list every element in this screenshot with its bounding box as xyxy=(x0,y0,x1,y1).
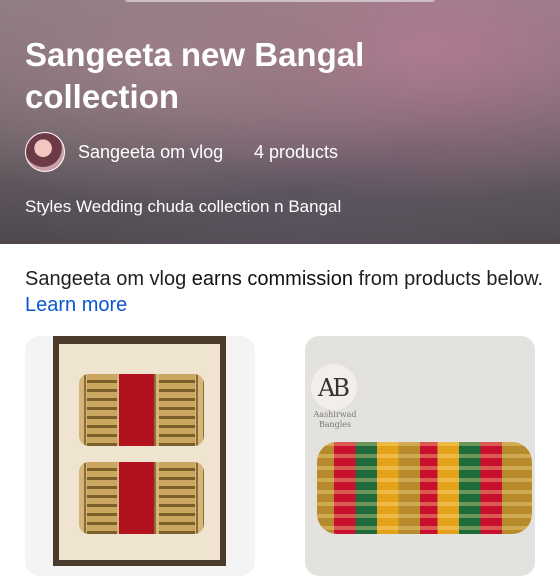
collection-description: Styles Wedding chuda collection n Bangal xyxy=(25,197,342,216)
product-card[interactable]: AB Aashirwad Bangles xyxy=(305,336,535,576)
brand-name: Aashirwad Bangles xyxy=(313,410,357,429)
collection-title: Sangeeta new Bangal collection xyxy=(25,36,365,115)
product-image xyxy=(53,336,226,566)
product-card[interactable] xyxy=(25,336,255,576)
collection-header: Sangeeta new Bangal collection Sangeeta … xyxy=(0,0,560,244)
disclosure-rest: from products below. xyxy=(358,268,544,290)
learn-more-link[interactable]: Learn more xyxy=(25,294,127,316)
brand-logo-mark: AB xyxy=(318,374,350,402)
disclosure-creator: Sangeeta om vlog xyxy=(25,268,187,290)
creator-name-link[interactable]: Sangeeta om vlog xyxy=(78,142,223,163)
disclosure-earns: earns commission xyxy=(191,268,353,290)
product-image xyxy=(317,442,532,534)
header-image-edge xyxy=(125,0,435,2)
box-lining xyxy=(59,344,220,560)
bangle-set-top xyxy=(79,374,204,446)
commission-disclosure: Sangeeta om vlog earns commission from p… xyxy=(25,266,545,318)
product-count: 4 products xyxy=(254,142,339,162)
bangle-set-bottom xyxy=(79,462,204,534)
creator-avatar[interactable] xyxy=(25,132,65,172)
